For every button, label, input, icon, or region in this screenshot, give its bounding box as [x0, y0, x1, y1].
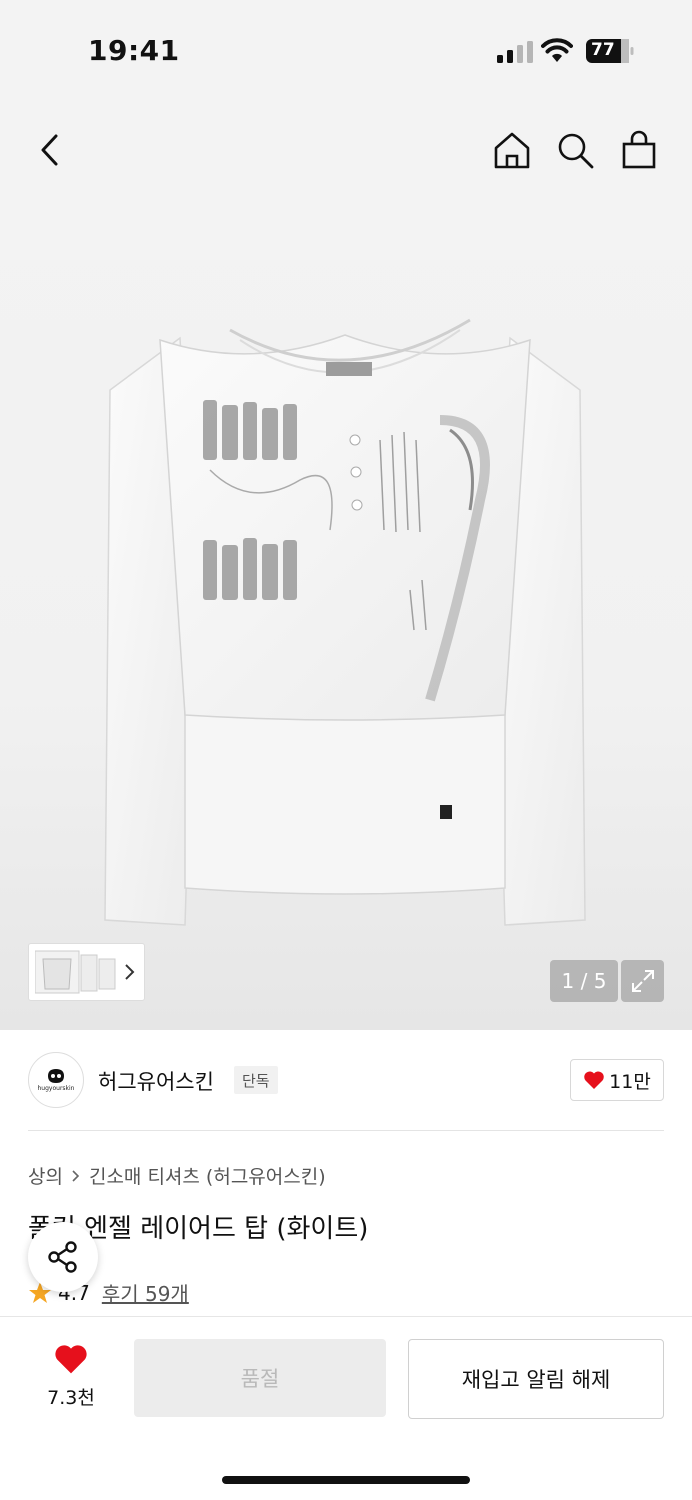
- status-bar: 19:41 77: [0, 0, 692, 100]
- brand-logo[interactable]: hugyourskin: [28, 1052, 84, 1108]
- heart-icon: [584, 1071, 604, 1089]
- brand-logo-mark: [48, 1069, 64, 1083]
- battery-level: 77: [591, 40, 615, 60]
- heart-icon: [55, 1345, 87, 1374]
- wishlist-button[interactable]: 7.3천: [36, 1343, 106, 1410]
- bottom-action-bar: 7.3천 품절 재입고 알림 해제: [0, 1316, 692, 1500]
- brand-row[interactable]: hugyourskin 허그유어스킨 단독 11만: [28, 1052, 664, 1108]
- restock-alert-button[interactable]: 재입고 알림 해제: [408, 1339, 664, 1419]
- cellular-signal-icon: [497, 41, 533, 63]
- brand-logo-text: hugyourskin: [37, 1085, 75, 1092]
- share-icon: [48, 1241, 77, 1273]
- chevron-right-icon[interactable]: [124, 962, 136, 982]
- shopping-bag-icon[interactable]: [617, 128, 661, 172]
- breadcrumb-category[interactable]: 상의: [28, 1162, 63, 1189]
- wifi-icon: [541, 38, 573, 62]
- breadcrumb-subcategory[interactable]: 긴소매 티셔츠 (허그유어스킨): [89, 1162, 326, 1189]
- thumbnail-strip[interactable]: [28, 943, 145, 1001]
- brand-like-count: 11만: [609, 1070, 651, 1093]
- brand-like-button[interactable]: 11만: [570, 1059, 664, 1101]
- search-icon[interactable]: [553, 128, 597, 172]
- thumbnail-images: [35, 950, 116, 994]
- product-gallery[interactable]: 1 / 5: [0, 200, 692, 1030]
- home-indicator: [222, 1476, 470, 1484]
- wishlist-count: 7.3천: [47, 1387, 95, 1409]
- brand-name[interactable]: 허그유어스킨: [98, 1066, 214, 1096]
- image-counter: 1 / 5: [550, 960, 618, 1002]
- battery-icon: 77: [586, 39, 634, 63]
- expand-icon[interactable]: [621, 960, 664, 1002]
- exclusive-badge: 단독: [234, 1066, 278, 1094]
- product-image: [104, 318, 586, 926]
- soldout-button: 품절: [134, 1339, 386, 1417]
- status-time: 19:41: [88, 34, 180, 67]
- home-icon[interactable]: [490, 128, 534, 172]
- breadcrumb: 상의 긴소매 티셔츠 (허그유어스킨): [28, 1162, 326, 1189]
- back-icon[interactable]: [28, 128, 72, 172]
- nav-bar: [0, 100, 692, 200]
- chevron-right-icon: [72, 1169, 80, 1182]
- divider: [28, 1130, 664, 1131]
- review-link[interactable]: 후기 59개: [102, 1278, 189, 1307]
- share-button[interactable]: [28, 1222, 98, 1292]
